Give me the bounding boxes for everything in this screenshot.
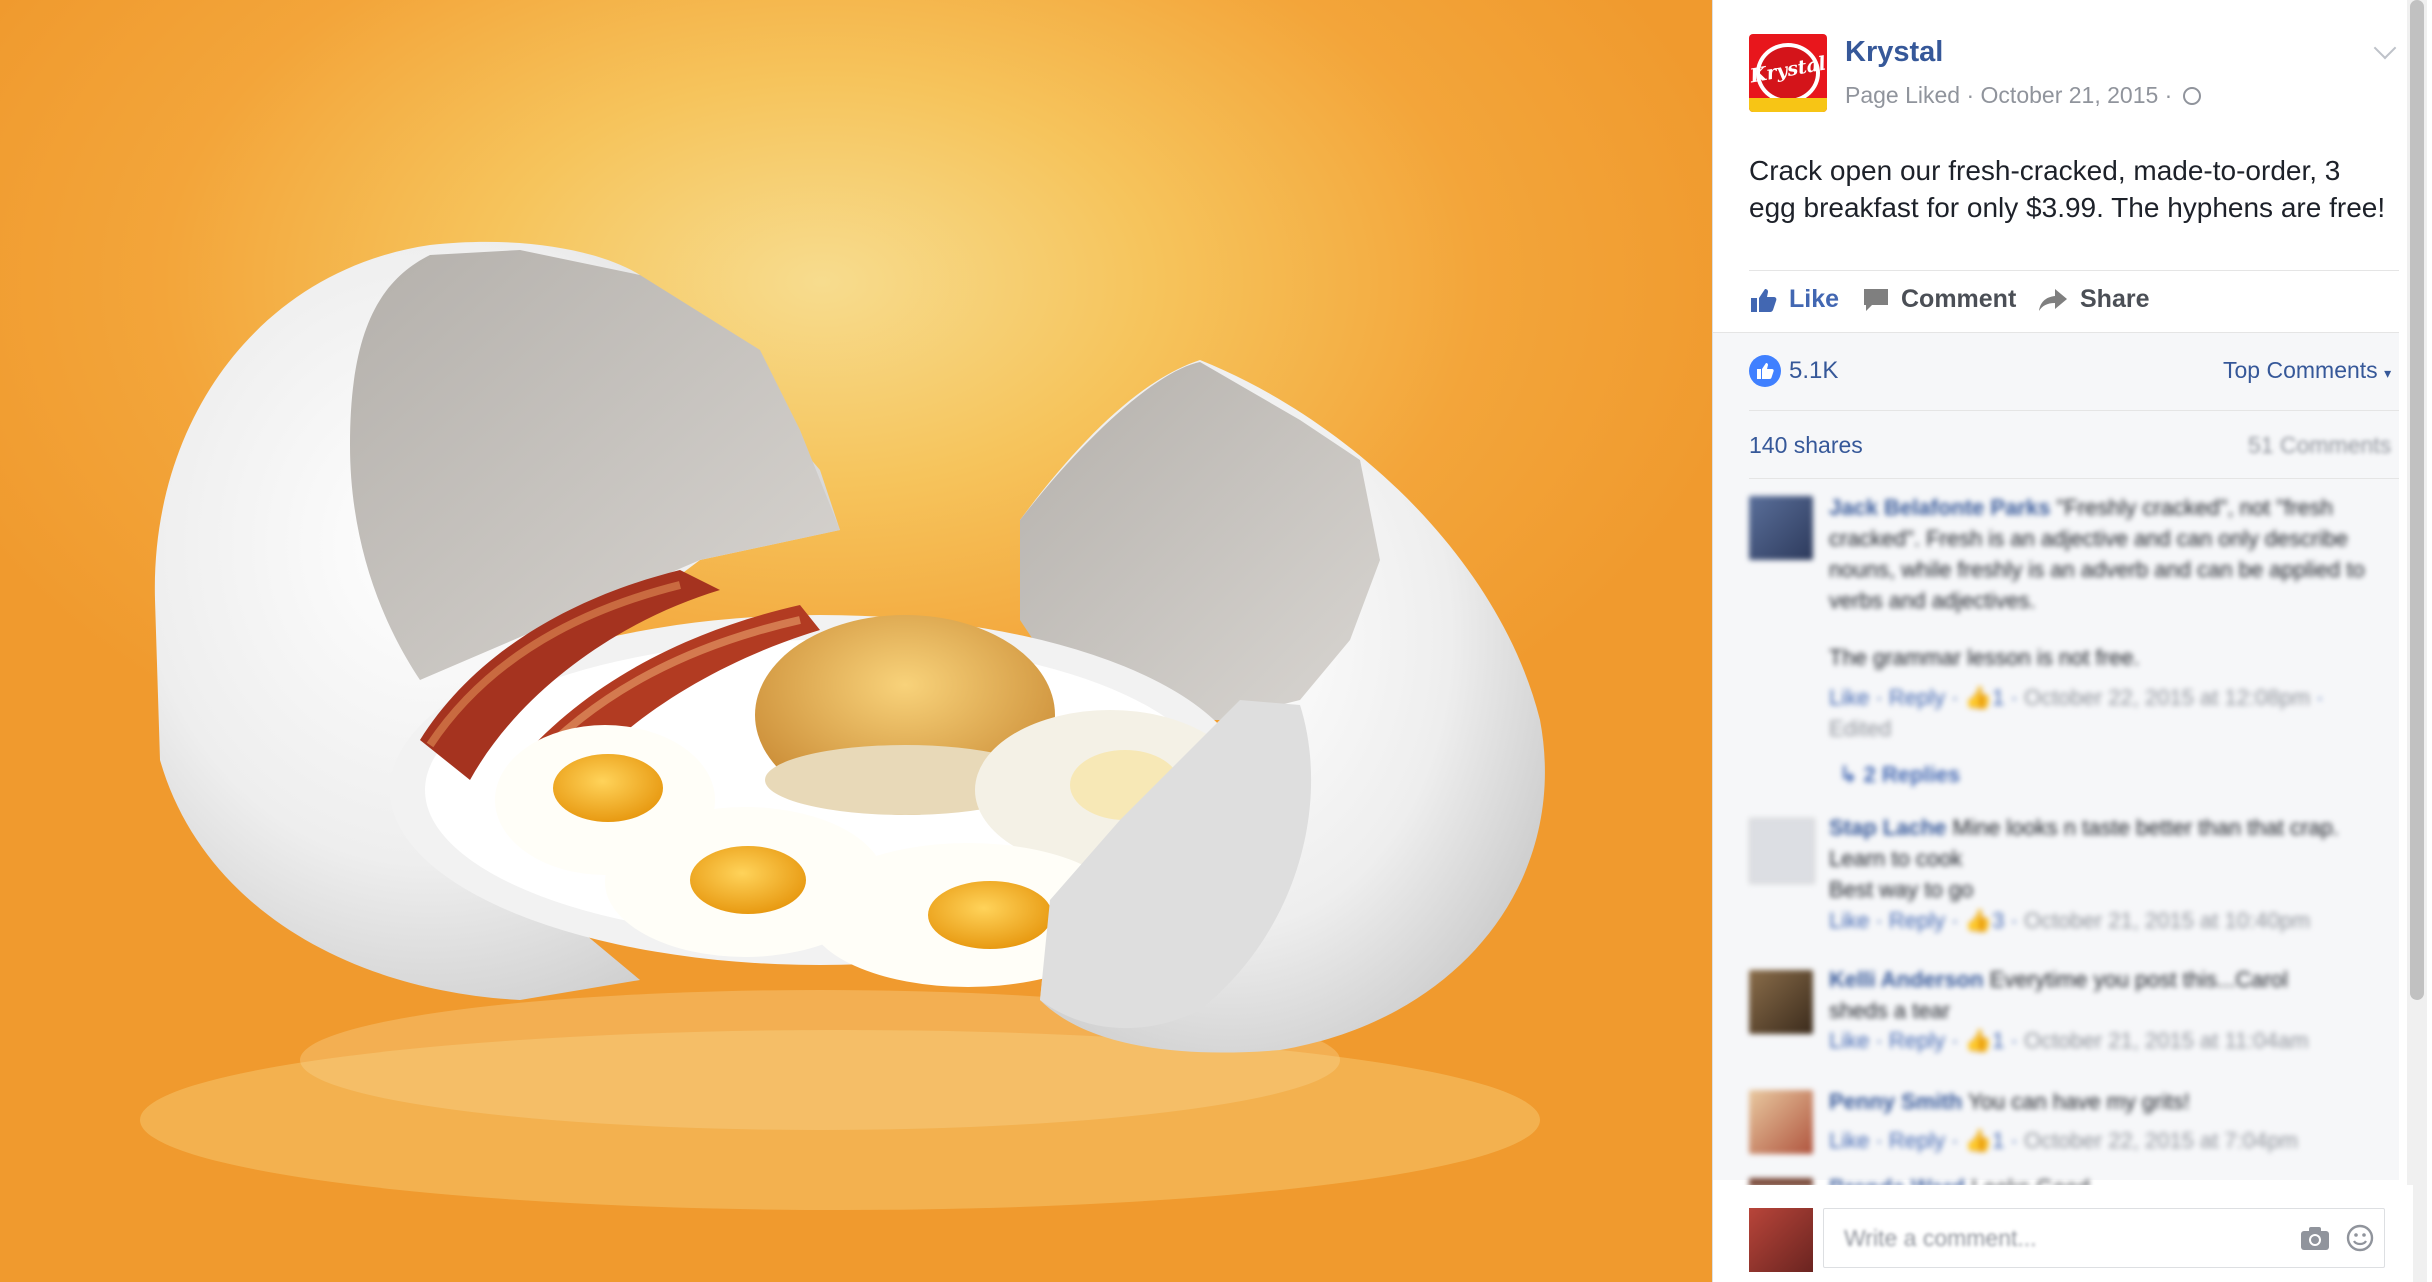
like-label: Like [1789,285,1840,313]
comment-time[interactable]: October 22, 2015 at 12:08pm [2024,685,2310,710]
reply-arrow-icon: ↳ [1839,762,1858,787]
comment-icon [1864,288,1888,311]
sort-label: Top Comments [2223,357,2378,383]
comment-like-link[interactable]: Like [1829,908,1869,933]
comment-text: The grammar lesson is not free. [1829,645,2140,670]
chevron-down-icon[interactable] [2373,36,2397,60]
globe-icon [2182,87,2201,105]
user-avatar [1749,1208,1813,1272]
post-panel: Krystal Krystal Page Liked · October 21,… [1712,0,2432,1282]
comment-button[interactable]: Comment [1863,285,2016,314]
page-name-link[interactable]: Krystal [1845,36,1943,69]
comment-meta: Like · Reply · 👍1 · October 22, 2015 at … [1829,685,2324,741]
avatar[interactable] [1749,1090,1813,1154]
krystal-logo[interactable]: Krystal [1749,34,1827,112]
comment-reply-link[interactable]: Reply [1889,1028,1945,1053]
comment-like-link[interactable]: Like [1829,1028,1869,1053]
comment-meta: Like · Reply · 👍1 · October 21, 2015 at … [1829,1028,2309,1053]
post-photo[interactable] [0,0,1712,1282]
commenter-name[interactable]: Kelli Anderson [1829,967,1983,992]
comment-item: Stap Lache Mine looks n taste better tha… [1829,812,2349,874]
divider [1713,332,2399,333]
breakfast-egg-illustration [140,241,1545,1210]
edited-label: Edited [1829,716,1892,741]
comment-like-link[interactable]: Like [1829,1128,1869,1153]
comment-time[interactable]: October 21, 2015 at 10:40pm [2024,908,2310,933]
avatar[interactable] [1749,970,1813,1034]
post-text: Crack open our fresh-cracked, made-to-or… [1749,155,2386,223]
comment-like-count: 1 [1992,685,2005,710]
share-button[interactable]: Share [2038,285,2149,314]
shares-count[interactable]: 140 shares [1749,432,1863,459]
post-meta: Page Liked · October 21, 2015 · [1845,82,2201,109]
comment-like-count: 3 [1992,908,2005,933]
like-reaction-icon[interactable] [1749,355,1781,387]
comment-input[interactable]: Write a comment... [1823,1208,2385,1268]
comment-meta: Like · Reply · 👍3 · October 21, 2015 at … [1829,908,2311,933]
comment-like-link[interactable]: Like [1829,685,1869,710]
comment-time[interactable]: October 22, 2015 at 7:04pm [2024,1128,2298,1153]
camera-icon[interactable] [2300,1225,2330,1251]
divider [1749,270,2399,271]
like-button[interactable]: Like [1749,285,1839,314]
caret-down-icon: ▾ [2384,365,2392,381]
avatar[interactable] [1749,818,1815,884]
thumbs-up-icon [1751,288,1777,312]
like-small-icon: 👍 [1964,908,1993,933]
replies-label: 2 Replies [1863,762,1961,787]
like-count[interactable]: 5.1K [1789,357,1838,385]
page-liked-status: Page Liked [1845,82,1961,108]
commenter-name[interactable]: Stap Lache [1829,815,1946,840]
commenter-name[interactable]: Penny Smith [1829,1089,1962,1114]
comment-like-count: 1 [1992,1128,2005,1153]
top-comments-dropdown[interactable]: Top Comments ▾ [2223,357,2391,384]
comment-reply-link[interactable]: Reply [1889,685,1945,710]
share-icon [2039,288,2067,311]
like-small-icon: 👍 [1964,685,1993,710]
comment-list: Jack Belafonte Parks "Freshly cracked", … [1749,492,2379,1187]
emoji-icon[interactable] [2346,1224,2374,1252]
like-small-icon: 👍 [1964,1128,1993,1153]
comments-count[interactable]: 51 Comments [2248,432,2391,459]
divider [1749,410,2399,411]
commenter-name[interactable]: Jack Belafonte Parks [1829,495,2050,520]
scrollbar-thumb[interactable] [2410,0,2424,1000]
comment-item: Kelli Anderson Everytime you post this..… [1829,964,2349,1026]
comment-item: Jack Belafonte Parks "Freshly cracked", … [1829,492,2379,616]
post-date-link[interactable]: October 21, 2015 [1981,82,2159,108]
comment-text: You can have my grits! [1967,1089,2190,1114]
comment-reply-link[interactable]: Reply [1889,908,1945,933]
comment-reply-link[interactable]: Reply [1889,1128,1945,1153]
avatar[interactable] [1749,496,1813,560]
like-small-icon: 👍 [1964,1028,1993,1053]
comment-item: Penny Smith You can have my grits! [1829,1086,2349,1117]
divider [1749,478,2399,479]
comment-label: Comment [1901,285,2017,313]
comment-meta: Like · Reply · 👍1 · October 22, 2015 at … [1829,1128,2298,1153]
comment-text: Best way to go [1829,877,1974,902]
comment-placeholder: Write a comment... [1844,1225,2037,1251]
comment-like-count: 1 [1992,1028,2005,1053]
comment-time[interactable]: October 21, 2015 at 11:04am [2024,1028,2309,1053]
share-label: Share [2080,285,2150,313]
replies-link[interactable]: ↳ 2 Replies [1839,762,1960,788]
